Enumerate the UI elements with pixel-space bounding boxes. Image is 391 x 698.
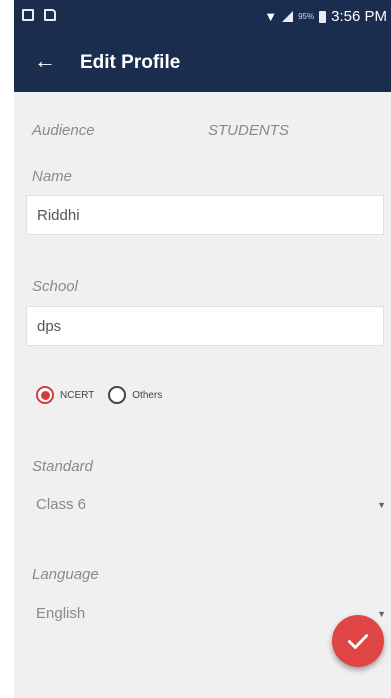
language-value: English xyxy=(36,605,86,622)
audience-label: Audience xyxy=(32,122,95,139)
radio-ncert-selected-indicator[interactable] xyxy=(36,386,54,404)
radio-ncert[interactable]: NCERT xyxy=(36,386,94,404)
battery-icon xyxy=(319,10,327,23)
standard-label: Standard xyxy=(32,458,93,475)
chevron-down-icon: ▼ xyxy=(377,609,386,619)
radio-others[interactable]: Others xyxy=(108,386,162,404)
arrow-left-icon[interactable]: ← xyxy=(34,48,56,74)
checkmark-icon xyxy=(347,634,369,649)
school-field[interactable] xyxy=(26,306,384,346)
battery-percent: 95% xyxy=(298,12,315,21)
standard-value: Class 6 xyxy=(36,496,87,513)
board-radio-group: NCERT Others xyxy=(36,386,162,404)
signal-icon xyxy=(282,11,294,22)
clock-time: 3:56 PM xyxy=(331,8,387,25)
app-bar: ← Edit Profile xyxy=(14,34,391,92)
status-bar: ▼ 95% 3:56 PM xyxy=(14,0,391,34)
wifi-icon: ▼ xyxy=(264,9,278,24)
chevron-down-icon: ▼ xyxy=(377,500,386,510)
status-left-icons xyxy=(22,9,56,21)
edit-profile-form: Audience STUDENTS Name School NCERT Othe… xyxy=(14,92,391,698)
language-dropdown[interactable]: English ▼ xyxy=(36,601,386,629)
status-right: ▼ 95% 3:56 PM xyxy=(264,8,387,25)
school-label: School xyxy=(32,278,78,295)
gallery-icon xyxy=(22,9,34,21)
radio-ncert-label: NCERT xyxy=(60,389,95,401)
document-icon xyxy=(44,9,56,21)
save-button[interactable] xyxy=(332,615,384,667)
radio-others-label: Others xyxy=(132,389,163,401)
name-label: Name xyxy=(32,168,73,185)
page-title: Edit Profile xyxy=(80,52,181,73)
radio-others-indicator[interactable] xyxy=(108,386,127,404)
standard-dropdown[interactable]: Class 6 ▼ xyxy=(36,492,386,520)
audience-value: STUDENTS xyxy=(208,122,289,139)
name-field[interactable] xyxy=(26,195,384,235)
language-label: Language xyxy=(32,566,99,583)
